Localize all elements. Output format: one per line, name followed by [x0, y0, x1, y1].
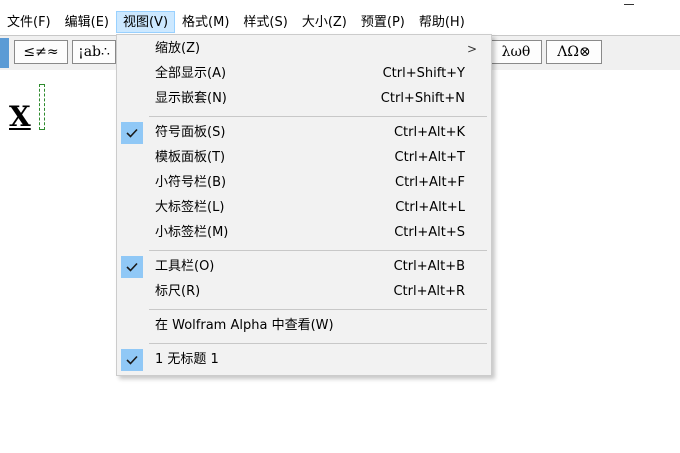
checkmark-icon [121, 122, 143, 144]
menu-item-shortcut: Ctrl+Alt+B [393, 259, 465, 274]
menu-view[interactable]: 视图(V) [115, 11, 176, 33]
menu-item-label: 显示嵌套(N) [155, 91, 227, 106]
menu-item-symbol-palette[interactable]: 符号面板(S) Ctrl+Alt+K [117, 121, 491, 145]
menu-item-zoom[interactable]: 缩放(Z) > [117, 37, 491, 61]
menu-item-label: 工具栏(O) [155, 259, 215, 274]
insertion-slot[interactable] [39, 84, 45, 130]
menu-item-show-nesting[interactable]: 显示嵌套(N) Ctrl+Shift+N [117, 87, 491, 111]
menu-item-shortcut: Ctrl+Alt+T [394, 150, 465, 165]
menu-item-shortcut: Ctrl+Alt+L [395, 200, 465, 215]
toolbar-handle[interactable] [0, 38, 9, 68]
menu-item-wolfram-alpha[interactable]: 在 Wolfram Alpha 中查看(W) [117, 314, 491, 338]
menu-separator [149, 250, 487, 251]
view-menu-dropdown: 缩放(Z) > 全部显示(A) Ctrl+Shift+Y 显示嵌套(N) Ctr… [116, 34, 492, 376]
menu-item-show-all[interactable]: 全部显示(A) Ctrl+Shift+Y [117, 62, 491, 86]
checkmark-icon [121, 349, 143, 371]
menu-separator [149, 309, 487, 310]
menu-item-shortcut: Ctrl+Alt+S [394, 225, 465, 240]
menu-item-label: 符号面板(S) [155, 125, 226, 140]
menu-item-small-tab-bar[interactable]: 小标签栏(M) Ctrl+Alt+S [117, 221, 491, 245]
menu-help[interactable]: 帮助(H) [412, 11, 472, 33]
menu-edit[interactable]: 编辑(E) [58, 11, 116, 33]
menu-item-template-palette[interactable]: 模板面板(T) Ctrl+Alt+T [117, 146, 491, 170]
menu-item-label: 标尺(R) [155, 284, 201, 299]
menu-item-label: 在 Wolfram Alpha 中查看(W) [155, 318, 334, 333]
menu-preferences[interactable]: 预置(P) [354, 11, 412, 33]
menu-item-label: 缩放(Z) [155, 41, 201, 56]
menu-item-label: 大标签栏(L) [155, 200, 225, 215]
minimize-icon[interactable] [624, 0, 636, 6]
menu-size[interactable]: 大小(Z) [295, 11, 354, 33]
menu-item-small-symbol-bar[interactable]: 小符号栏(B) Ctrl+Alt+F [117, 171, 491, 195]
menu-format[interactable]: 格式(M) [175, 11, 236, 33]
submenu-arrow-icon: > [466, 42, 477, 56]
spaces-palette-button[interactable]: ¡ab∴ [72, 40, 116, 64]
checkmark-icon [121, 256, 143, 278]
menu-item-label: 小符号栏(B) [155, 175, 227, 190]
menu-item-shortcut: Ctrl+Alt+K [393, 125, 465, 140]
menu-item-label: 模板面板(T) [155, 150, 226, 165]
menu-item-label: 1 无标题 1 [155, 352, 219, 367]
window-top-strip [0, 0, 680, 8]
menu-item-shortcut: Ctrl+Shift+Y [382, 66, 465, 81]
menu-item-window-untitled[interactable]: 1 无标题 1 [117, 348, 491, 372]
menu-item-shortcut: Ctrl+Alt+F [395, 175, 465, 190]
menu-item-label: 全部显示(A) [155, 66, 227, 81]
menu-item-label: 小标签栏(M) [155, 225, 229, 240]
greek-lower-palette-button[interactable]: λωθ [490, 40, 542, 64]
menu-item-shortcut: Ctrl+Shift+N [380, 91, 465, 106]
menu-item-ruler[interactable]: 标尺(R) Ctrl+Alt+R [117, 280, 491, 304]
menu-separator [149, 343, 487, 344]
menu-item-large-tab-bar[interactable]: 大标签栏(L) Ctrl+Alt+L [117, 196, 491, 220]
menu-item-shortcut: Ctrl+Alt+R [393, 284, 465, 299]
math-expression[interactable]: X [9, 100, 31, 134]
relations-palette-button[interactable]: ≤≠≈ [14, 40, 68, 64]
greek-upper-palette-button[interactable]: ΛΩ⊗ [546, 40, 602, 64]
menu-file[interactable]: 文件(F) [0, 11, 58, 33]
menu-separator [149, 116, 487, 117]
menu-item-toolbar[interactable]: 工具栏(O) Ctrl+Alt+B [117, 255, 491, 279]
menu-bar: 文件(F) 编辑(E) 视图(V) 格式(M) 样式(S) 大小(Z) 预置(P… [0, 10, 680, 34]
menu-style[interactable]: 样式(S) [236, 11, 294, 33]
